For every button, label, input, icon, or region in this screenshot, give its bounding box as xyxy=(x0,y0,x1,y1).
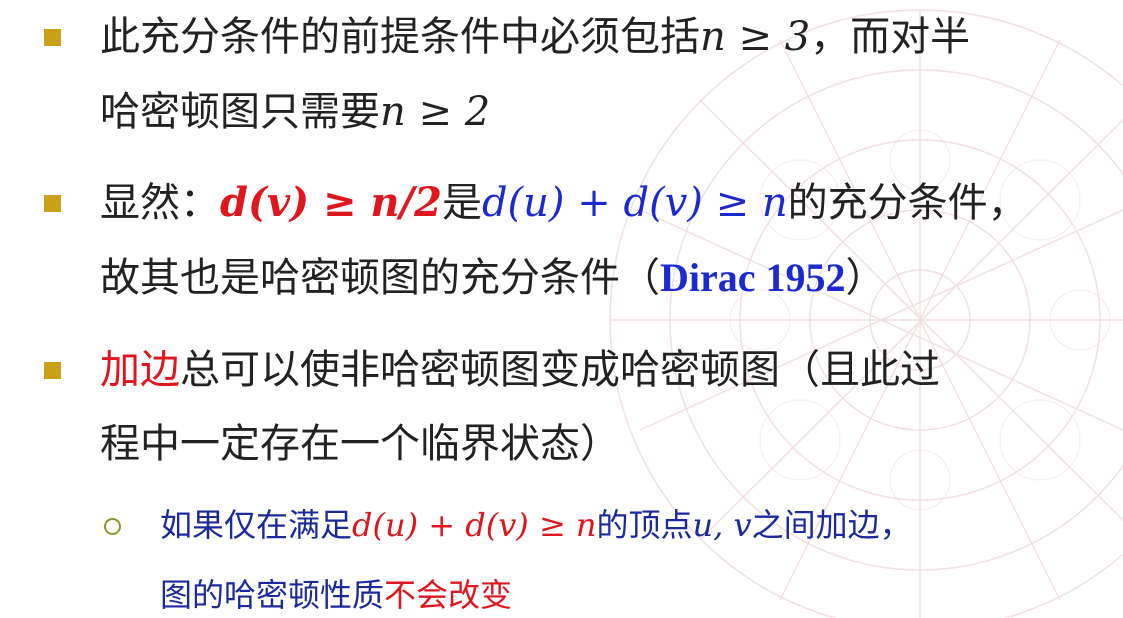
item-2-mid: 是 xyxy=(441,180,482,226)
sub-bullet-circle xyxy=(104,518,121,535)
item-1-text: 此充分条件的前提条件中必须包括 xyxy=(100,14,700,60)
item-1-line-2-math: n ≥ 2 xyxy=(380,89,491,135)
item-3-line-2: 程中一定存在一个临界状态） xyxy=(100,420,620,468)
item-1-math: n ≥ 3 xyxy=(700,14,811,60)
sub-item-line-2-red: 不会改变 xyxy=(384,576,513,614)
bullet-square-1 xyxy=(44,29,61,46)
sub-item-math-red: d(u) + d(v) ≥ n xyxy=(352,506,597,544)
sub-item-math: u, v xyxy=(692,506,752,544)
slide-content: 此充分条件的前提条件中必须包括n ≥ 3，而对半 哈密顿图只需要n ≥ 2 显然… xyxy=(0,0,1123,618)
sub-item-line-1: 如果仅在满足d(u) + d(v) ≥ n的顶点u, v之间加边， xyxy=(160,505,912,545)
sub-item-tail: 之间加边， xyxy=(751,506,912,544)
item-2-math-blue: d(u) + d(v) ≥ n xyxy=(481,180,788,226)
sub-item-line-2-text: 图的哈密顿性质 xyxy=(160,576,385,614)
item-1-line-1: 此充分条件的前提条件中必须包括n ≥ 3，而对半 xyxy=(100,13,970,61)
item-2-math-red: d(v) ≥ n/2 xyxy=(220,179,442,226)
sub-item-line-2: 图的哈密顿性质不会改变 xyxy=(160,575,512,615)
item-3-text: 总可以使非哈密顿图变成哈密顿图（且此过 xyxy=(180,347,940,393)
item-3-red-text: 加边 xyxy=(100,347,180,393)
item-2-line-1: 显然：d(v) ≥ n/2是d(u) + d(v) ≥ n的充分条件， xyxy=(100,179,1028,227)
item-2-line-2: 故其也是哈密顿图的充分条件（Dirac 1952） xyxy=(100,254,886,302)
item-1-line-2-text: 哈密顿图只需要 xyxy=(100,89,380,135)
item-1-line-2: 哈密顿图只需要n ≥ 2 xyxy=(100,88,490,136)
sub-item-mid: 的顶点 xyxy=(596,506,693,544)
bullet-square-2 xyxy=(44,195,61,212)
dirac-citation: Dirac 1952 xyxy=(660,255,846,300)
item-3-line-2-text: 程中一定存在一个临界状态） xyxy=(100,421,620,467)
bullet-square-3 xyxy=(44,362,61,379)
item-3-line-1: 加边总可以使非哈密顿图变成哈密顿图（且此过 xyxy=(100,346,940,394)
sub-item-text: 如果仅在满足 xyxy=(160,506,353,544)
item-1-tail: ，而对半 xyxy=(810,14,971,60)
item-2-close-paren: ） xyxy=(845,255,886,301)
item-2-prefix: 显然： xyxy=(100,180,220,226)
item-2-tail: 的充分条件， xyxy=(787,180,1028,226)
item-2-line-2-text: 故其也是哈密顿图的充分条件（ xyxy=(100,255,660,301)
